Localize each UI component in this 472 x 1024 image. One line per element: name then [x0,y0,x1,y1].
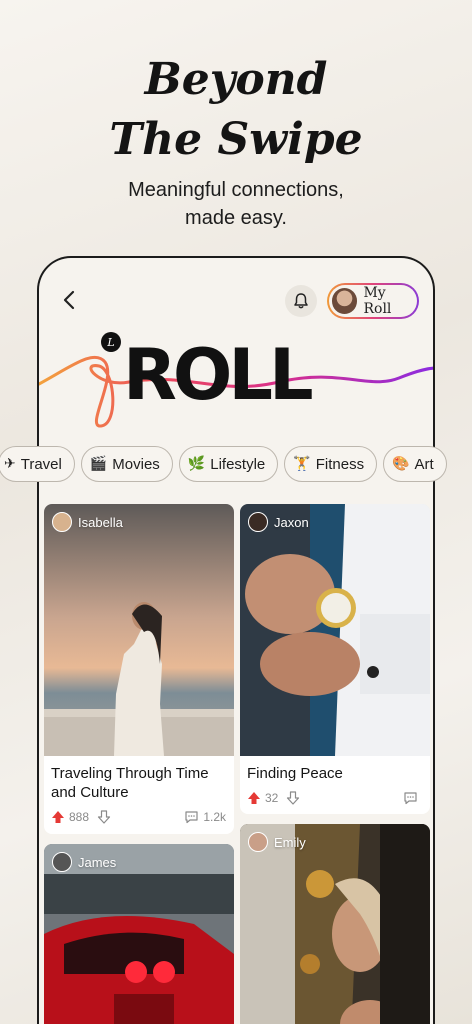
post-card[interactable]: Isabella Traveling Through Time and Cult… [44,504,234,834]
downvote-icon[interactable] [286,791,300,805]
post-title-line-1: Finding Peace [247,765,343,782]
palette-icon: 🎨 [392,456,410,472]
clapperboard-icon: 🎬 [89,456,108,472]
post-actions: 888 1.2k [51,810,226,824]
comments-button[interactable]: 1.2k [184,810,226,824]
post-author-name: James [78,854,117,870]
my-roll-label: My Roll [363,285,392,317]
comment-icon [185,811,198,824]
tagline-line-2: made easy. [185,207,287,229]
post-card[interactable]: James [44,844,234,1024]
chip-fitness[interactable]: 🏋 Fitness [284,446,378,482]
comments-button[interactable] [403,791,422,805]
upvote-icon[interactable] [247,791,261,805]
leaf-icon: 🌿 [187,456,206,472]
category-chips: ✈ Travel 🎬 Movies 🌿 Lifestyle 🏋 Fitness … [0,446,472,484]
chip-movies[interactable]: 🎬 Movies [80,446,173,482]
post-image [44,504,234,756]
upvote-count: 32 [265,791,279,805]
chip-label: Art [414,455,434,473]
post-title: Traveling Through Time and Culture [51,764,209,802]
promo-tagline: Meaningful connections, made easy. [0,176,472,232]
avatar [332,288,358,314]
weightlifter-icon: 🏋 [293,456,311,472]
chip-label: Lifestyle [210,455,266,473]
headline-line-1: Beyond [144,54,328,105]
chip-label: Movies [112,455,160,473]
logo-text: ROLL [123,334,314,416]
chip-travel[interactable]: ✈ Travel [0,446,75,482]
avatar [52,512,72,532]
post-image [240,504,430,756]
phone-frame: My Roll L ROLL Isabella Traveling Throug… [37,256,435,1024]
my-roll-button[interactable]: My Roll [327,283,419,319]
comment-icon [404,792,417,805]
post-title-line-1: Traveling Through Time [51,765,209,782]
headline-line-2: The Swipe [109,114,363,165]
chevron-left-icon [63,290,75,310]
post-author-name: Jaxon [274,514,309,530]
post-actions: 32 [247,791,422,805]
post-image [240,824,430,1024]
avatar [52,852,72,872]
avatar [248,832,268,852]
post-author-name: Isabella [78,514,123,530]
post-author[interactable]: Jaxon [248,512,309,532]
logo-badge: L [101,332,121,352]
post-title: Finding Peace [247,764,343,783]
chip-label: Fitness [315,455,365,473]
upvote-icon[interactable] [51,810,65,824]
comment-count: 1.2k [203,810,226,824]
chip-lifestyle[interactable]: 🌿 Lifestyle [178,446,279,482]
chip-label: Travel [20,455,62,473]
chip-art[interactable]: 🎨 Art [383,446,447,482]
post-card[interactable]: Jaxon Finding Peace 32 [240,504,430,814]
avatar [248,512,268,532]
post-card[interactable]: Emily [240,824,430,1024]
post-author[interactable]: Emily [248,832,306,852]
back-button[interactable] [57,288,81,312]
post-author[interactable]: Isabella [52,512,123,532]
notifications-button[interactable] [285,285,317,317]
post-author[interactable]: James [52,852,116,872]
upvote-count: 888 [69,810,90,824]
bell-icon [294,293,308,309]
airplane-icon: ✈ [4,456,16,472]
post-author-name: Emily [274,834,306,850]
post-title-line-2: and Culture [51,784,129,801]
tagline-line-1: Meaningful connections, [128,179,344,201]
downvote-icon[interactable] [97,810,111,824]
roll-logo: L ROLL [39,318,433,438]
promo-headline: Beyond The Swipe [0,50,472,170]
